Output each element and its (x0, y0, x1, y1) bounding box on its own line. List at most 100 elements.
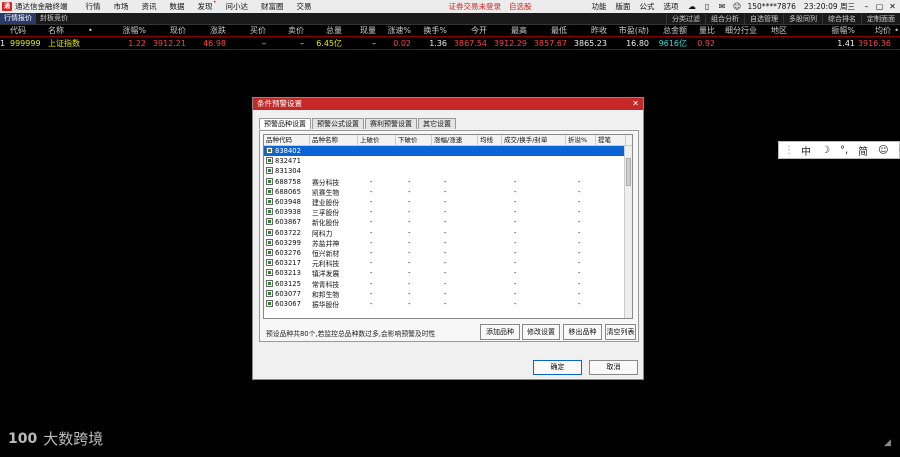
stock-check-icon[interactable] (266, 187, 273, 195)
close-button[interactable]: ✕ (887, 2, 898, 11)
col-name[interactable]: 名称 (48, 25, 88, 36)
avatar-icon[interactable]: ☺ (733, 2, 742, 11)
tab-filter[interactable]: 分类过滤 (666, 13, 705, 24)
col-speed[interactable]: 涨速% (376, 25, 411, 36)
stock-check-icon[interactable] (266, 147, 273, 155)
ime-lang-toggle[interactable]: 中 (801, 143, 811, 158)
menu-market[interactable]: 市场 (114, 1, 129, 12)
cloud-icon[interactable]: ☁ (688, 2, 697, 11)
list-item[interactable]: 688758 赛分科技 - - - - - (264, 177, 632, 187)
menu-ask[interactable]: 问小达 (226, 1, 249, 12)
ime-punct-toggle[interactable]: °, (840, 145, 848, 156)
clear-list-button[interactable]: 清空列表 (605, 324, 636, 340)
watchlist-link[interactable]: 自选股 (509, 1, 532, 12)
tab-symbol-settings[interactable]: 预警品种设置 (259, 118, 311, 129)
col-pe[interactable]: 市盈(动) (607, 25, 649, 36)
stock-check-icon[interactable] (266, 299, 273, 307)
col-code[interactable]: 代码 (10, 25, 48, 36)
col-change-pct[interactable]: 涨幅% (106, 25, 146, 36)
list-col-name[interactable]: 品种名称 (310, 135, 358, 146)
phone-icon[interactable]: ▯ (703, 2, 712, 11)
col-prev-close[interactable]: 昨收 (567, 25, 607, 36)
list-item[interactable]: 603217 元利科技 - - - - - (264, 258, 632, 268)
col-bid[interactable]: 买价 (226, 25, 266, 36)
stock-check-icon[interactable] (266, 279, 273, 287)
stock-check-icon[interactable] (266, 167, 273, 175)
ime-simplified-toggle[interactable]: 简 (858, 143, 868, 158)
list-item[interactable]: 603299 苏盐井神 - - - - - (264, 238, 632, 248)
col-avg-price[interactable]: 均价 (855, 25, 891, 36)
col-region[interactable]: 地区 (757, 25, 787, 36)
message-icon[interactable]: ✉ (718, 2, 727, 11)
list-col-premium[interactable]: 折溢% (566, 135, 596, 146)
stock-check-icon[interactable] (266, 259, 273, 267)
menu-quotes[interactable]: 行情 (86, 1, 101, 12)
col-turnover[interactable]: 换手% (411, 25, 447, 36)
stock-check-icon[interactable] (266, 248, 273, 256)
menu-wealth[interactable]: 财富圈 (261, 1, 284, 12)
tab-limit-bidding[interactable]: 封板竞价 (36, 13, 72, 24)
tab-multi-stock[interactable]: 多股同列 (783, 13, 822, 24)
maximize-button[interactable]: ▢ (874, 2, 885, 11)
tab-other-settings[interactable]: 其它设置 (418, 118, 456, 129)
col-volume[interactable]: 总量 (304, 25, 342, 36)
col-industry[interactable]: 细分行业 (715, 25, 757, 36)
tab-ranking[interactable]: 综合排名 (822, 13, 861, 24)
list-col-volume[interactable]: 成交/换手/封单 (502, 135, 566, 146)
stock-check-icon[interactable] (266, 177, 273, 185)
list-item[interactable]: 688065 凯赛生物 - - - - - (264, 187, 632, 197)
menu-trade[interactable]: 交易 (297, 1, 312, 12)
col-ask[interactable]: 卖价 (266, 25, 304, 36)
tab-formula-settings[interactable]: 预警公式设置 (312, 118, 364, 129)
tab-combo-analysis[interactable]: 组合分析 (705, 13, 744, 24)
list-scrollbar[interactable] (624, 146, 632, 318)
stock-check-icon[interactable] (266, 208, 273, 216)
stock-check-icon[interactable] (266, 238, 273, 246)
tab-arbitrage-settings[interactable]: 赛利预警设置 (365, 118, 417, 129)
tab-watchlist-manage[interactable]: 自选管理 (744, 13, 783, 24)
col-change[interactable]: 涨跌 (186, 25, 226, 36)
col-more[interactable]: • (891, 26, 899, 35)
list-item[interactable]: 832471 (264, 156, 632, 166)
emoji-icon[interactable]: ☺ (878, 145, 888, 156)
col-amplitude[interactable]: 振幅% (787, 25, 855, 36)
list-item[interactable]: 603722 阿科力 - - - - - (264, 228, 632, 238)
list-col-change[interactable]: 涨幅/涨速 (432, 135, 478, 146)
col-price[interactable]: 现价 (146, 25, 186, 36)
col-amount[interactable]: 总金额 (649, 25, 687, 36)
symbol-list[interactable]: 品种代码 品种名称 上破价 下破价 涨幅/涨速 均线 成交/换手/封单 折溢% … (263, 134, 633, 319)
col-vol-ratio[interactable]: 量比 (687, 25, 715, 36)
list-col-ma[interactable]: 均线 (478, 135, 502, 146)
user-account[interactable]: 150****7876 (748, 2, 796, 11)
list-col-down[interactable]: 下破价 (396, 135, 432, 146)
menu-function[interactable]: 功能 (592, 1, 607, 12)
minimize-button[interactable]: – (861, 2, 872, 11)
stock-check-icon[interactable] (266, 218, 273, 226)
trade-login-link[interactable]: 证券交易未登录 (449, 1, 502, 12)
cancel-button[interactable]: 取消 (589, 360, 638, 375)
stock-check-icon[interactable] (266, 157, 273, 165)
menu-formula[interactable]: 公式 (640, 1, 655, 12)
list-item[interactable]: 603213 镇洋发展 - - - - - (264, 268, 632, 278)
list-item[interactable]: 838402 (264, 146, 632, 157)
list-col-code[interactable]: 品种代码 (264, 135, 310, 146)
stock-check-icon[interactable] (266, 198, 273, 206)
list-item[interactable]: 603867 新化股份 - - - - - (264, 217, 632, 227)
table-row[interactable]: 1 999999 上证指数 1.22 3912.21 46.98 – – 6.4… (0, 38, 900, 50)
col-current-vol[interactable]: 现量 (342, 25, 376, 36)
menu-layout[interactable]: 版面 (616, 1, 631, 12)
stock-check-icon[interactable] (266, 289, 273, 297)
list-item[interactable]: 603077 和邦生物 - - - - - (264, 289, 632, 299)
resize-grip-icon[interactable]: ◢ (884, 438, 891, 448)
menu-data[interactable]: 数据 (170, 1, 185, 12)
ime-handle-icon[interactable]: ⋮ (784, 145, 794, 156)
stock-check-icon[interactable] (266, 228, 273, 236)
modify-settings-button[interactable]: 修改设置 (522, 324, 560, 340)
ok-button[interactable]: 确定 (533, 360, 582, 375)
menu-news[interactable]: 资讯 (142, 1, 157, 12)
scrollbar-thumb[interactable] (626, 158, 631, 186)
col-open[interactable]: 今开 (447, 25, 487, 36)
list-col-up[interactable]: 上破价 (358, 135, 396, 146)
list-item[interactable]: 603938 三孚股份 - - - - - (264, 207, 632, 217)
menu-discover[interactable]: 发现 • (198, 0, 217, 12)
